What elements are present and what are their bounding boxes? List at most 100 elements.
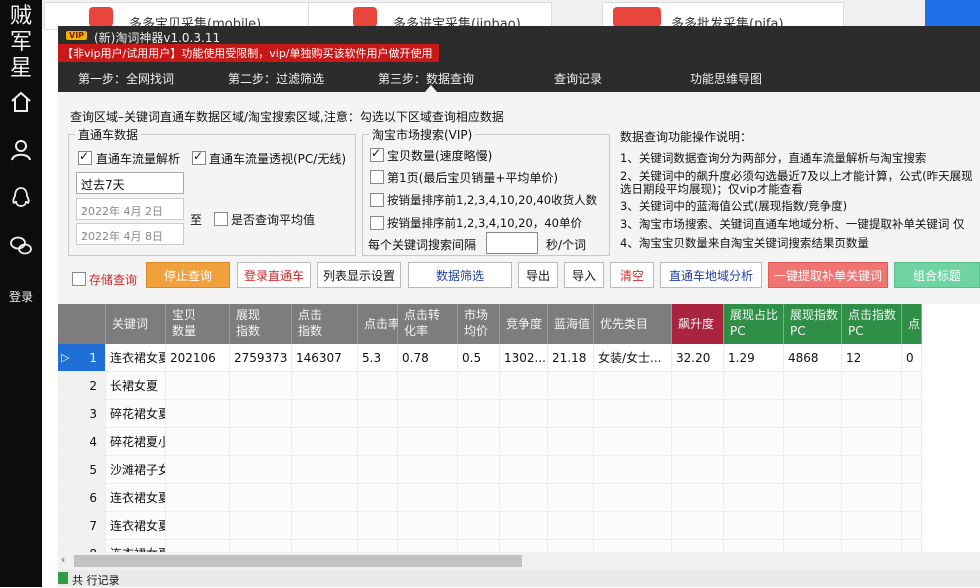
column-header[interactable]: 展现占比 PC <box>724 304 784 344</box>
column-header[interactable]: 关键词 <box>106 304 166 344</box>
keyword-cell[interactable]: 碎花裙夏小清新 <box>106 428 166 456</box>
keyword-cell[interactable]: 长裙女夏 <box>106 372 166 400</box>
data-cell[interactable]: 1.29 <box>724 344 784 372</box>
data-cell[interactable] <box>500 512 548 540</box>
data-cell[interactable] <box>398 484 458 512</box>
data-cell[interactable] <box>548 512 594 540</box>
data-cell[interactable] <box>842 372 902 400</box>
table-row[interactable]: 4碎花裙夏小清新 <box>58 428 980 456</box>
data-cell[interactable] <box>724 428 784 456</box>
export-button[interactable]: 导出 <box>518 262 558 288</box>
data-cell[interactable] <box>398 400 458 428</box>
data-cell[interactable] <box>548 484 594 512</box>
column-header[interactable]: 市场 均价 <box>458 304 500 344</box>
table-row[interactable]: 1▷连衣裙女夏季20210627593731463075.30.780.5130… <box>58 344 980 372</box>
item-count-checkbox[interactable] <box>370 146 384 162</box>
data-cell[interactable] <box>292 484 358 512</box>
data-cell[interactable] <box>842 400 902 428</box>
keyword-cell[interactable]: 碎花裙女夏 <box>106 400 166 428</box>
data-cell[interactable] <box>166 400 230 428</box>
column-header[interactable]: 点击转 化率 <box>398 304 458 344</box>
data-cell[interactable] <box>594 372 672 400</box>
data-cell[interactable] <box>358 484 398 512</box>
sales-rank-checkbox[interactable] <box>370 193 384 207</box>
extract-keywords-button[interactable]: 一键提取补单关键词 <box>768 262 888 288</box>
table-row[interactable]: 5沙滩裙子女夏... <box>58 456 980 484</box>
data-cell[interactable] <box>398 428 458 456</box>
data-cell[interactable] <box>500 428 548 456</box>
data-cell[interactable] <box>500 484 548 512</box>
data-cell[interactable] <box>458 372 500 400</box>
data-cell[interactable] <box>166 372 230 400</box>
data-cell[interactable] <box>724 400 784 428</box>
row-number[interactable]: 2 <box>58 372 106 400</box>
price-rank-checkbox[interactable] <box>370 216 384 230</box>
column-settings-button[interactable]: 列表显示设置 <box>317 262 401 288</box>
import-button[interactable]: 导入 <box>564 262 604 288</box>
data-cell[interactable]: 1302... <box>500 344 548 372</box>
row-number[interactable]: 3 <box>58 400 106 428</box>
row-number[interactable]: 4 <box>58 428 106 456</box>
data-cell[interactable]: 21.18 <box>548 344 594 372</box>
data-cell[interactable] <box>594 456 672 484</box>
data-cell[interactable] <box>548 372 594 400</box>
column-header[interactable]: 展现 指数 <box>230 304 292 344</box>
horizontal-scrollbar[interactable]: ‹ <box>58 552 980 570</box>
stop-query-button[interactable]: 停止查询 <box>146 262 230 288</box>
qq-icon[interactable] <box>9 186 33 210</box>
data-cell[interactable] <box>358 372 398 400</box>
data-cell[interactable] <box>902 456 922 484</box>
data-filter-button[interactable]: 数据筛选 <box>408 262 512 288</box>
data-cell[interactable] <box>672 428 724 456</box>
keyword-cell[interactable]: 连衣裙女夏季... <box>106 512 166 540</box>
data-cell[interactable] <box>724 456 784 484</box>
data-cell[interactable] <box>358 456 398 484</box>
data-cell[interactable] <box>292 372 358 400</box>
data-cell[interactable] <box>230 428 292 456</box>
combine-title-button[interactable]: 组合标题 <box>894 262 980 288</box>
login-link[interactable]: 登录 <box>4 288 38 305</box>
data-cell[interactable] <box>594 484 672 512</box>
data-cell[interactable]: 146307 <box>292 344 358 372</box>
data-cell[interactable] <box>398 456 458 484</box>
page1-checkbox[interactable] <box>370 170 384 184</box>
column-header[interactable]: 飙升度 <box>672 304 724 344</box>
data-cell[interactable] <box>672 400 724 428</box>
data-cell[interactable] <box>500 456 548 484</box>
data-cell[interactable] <box>358 428 398 456</box>
data-cell[interactable] <box>500 372 548 400</box>
data-cell[interactable] <box>458 512 500 540</box>
data-cell[interactable] <box>458 428 500 456</box>
data-cell[interactable] <box>166 512 230 540</box>
table-row[interactable]: 6连衣裙女夏季... <box>58 484 980 512</box>
data-cell[interactable] <box>458 484 500 512</box>
data-cell[interactable] <box>166 456 230 484</box>
data-cell[interactable] <box>398 512 458 540</box>
data-cell[interactable] <box>784 400 842 428</box>
keyword-cell[interactable]: 连衣裙女夏季 <box>106 344 166 372</box>
tab-step1[interactable]: 第一步：全网找词 <box>78 70 174 87</box>
date-to-picker[interactable]: 2022年 4月 8日 ⌄ <box>76 223 184 245</box>
data-cell[interactable] <box>292 456 358 484</box>
data-cell[interactable] <box>358 512 398 540</box>
data-cell[interactable]: 5.3 <box>358 344 398 372</box>
column-header[interactable]: 点 <box>902 304 922 344</box>
column-header[interactable]: 展现指数 PC <box>784 304 842 344</box>
data-cell[interactable]: 12 <box>842 344 902 372</box>
table-row[interactable]: 3 碎花裙女夏 <box>58 400 980 428</box>
data-cell[interactable] <box>902 428 922 456</box>
data-cell[interactable] <box>672 372 724 400</box>
data-cell[interactable] <box>594 400 672 428</box>
data-cell[interactable] <box>230 512 292 540</box>
data-cell[interactable]: 0.5 <box>458 344 500 372</box>
data-cell[interactable]: 0.78 <box>398 344 458 372</box>
column-header[interactable]: 蓝海值 <box>548 304 594 344</box>
table-row[interactable]: 2 长裙女夏 <box>58 372 980 400</box>
data-cell[interactable] <box>784 512 842 540</box>
data-cell[interactable] <box>458 456 500 484</box>
data-cell[interactable] <box>548 456 594 484</box>
data-cell[interactable] <box>398 372 458 400</box>
data-cell[interactable] <box>500 400 548 428</box>
row-number[interactable]: 7 <box>58 512 106 540</box>
login-ztc-button[interactable]: 登录直通车 <box>237 262 311 288</box>
